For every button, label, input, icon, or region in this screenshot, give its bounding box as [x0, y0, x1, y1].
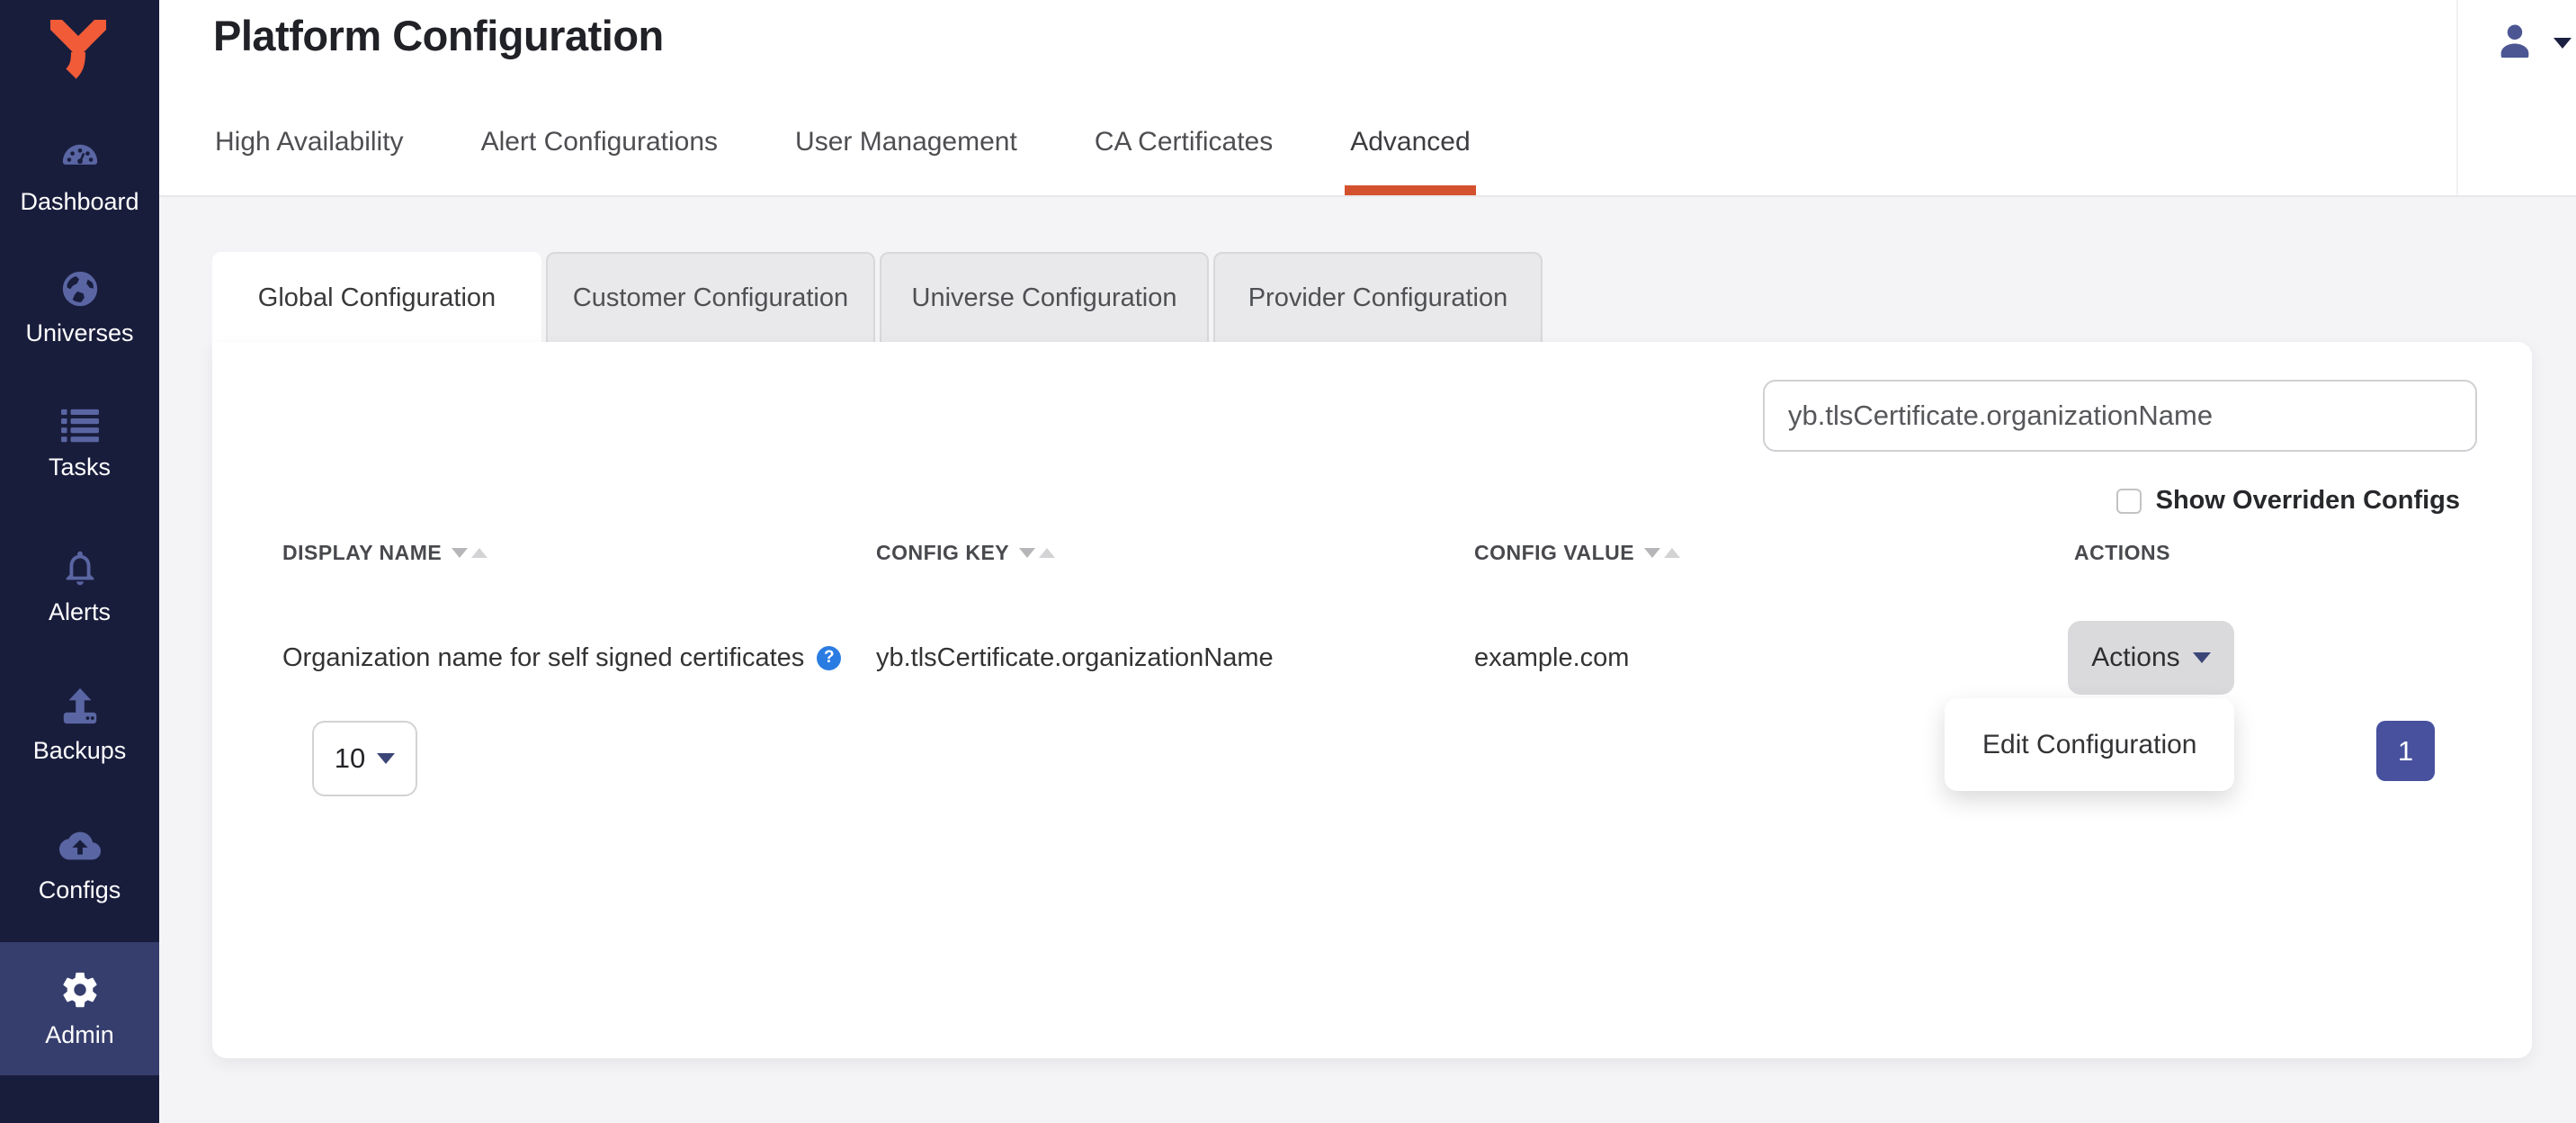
page-size-selector[interactable]: 10: [312, 721, 417, 796]
tab-high-availability[interactable]: High Availability: [215, 127, 404, 195]
show-overridden-row: Show Overriden Configs: [2116, 486, 2460, 516]
chevron-down-icon: [377, 753, 395, 764]
chevron-down-icon: [2554, 38, 2572, 49]
tab-user-management[interactable]: User Management: [795, 127, 1017, 195]
sidebar-item-label: Configs: [39, 876, 121, 904]
task-list-icon: [59, 408, 101, 444]
show-overridden-label: Show Overriden Configs: [2156, 486, 2460, 516]
sidebar-item-backups[interactable]: Backups: [0, 686, 159, 765]
actions-button[interactable]: Actions: [2068, 621, 2234, 695]
header-tabs: High Availability Alert Configurations U…: [215, 127, 1471, 195]
tab-ca-certificates[interactable]: CA Certificates: [1095, 127, 1273, 195]
tab-alert-configurations[interactable]: Alert Configurations: [481, 127, 718, 195]
page-title: Platform Configuration: [213, 11, 664, 60]
config-card: Show Overriden Configs DISPLAY NAME CONF…: [212, 342, 2532, 1058]
sidebar: Dashboard Universes Tasks: [0, 0, 159, 1123]
table-row-config-key: yb.tlsCertificate.organizationName: [876, 621, 1274, 695]
tab-customer-configuration[interactable]: Customer Configuration: [546, 252, 875, 342]
sidebar-item-label: Dashboard: [20, 188, 139, 216]
sort-icon: [1019, 548, 1055, 558]
sidebar-item-label: Backups: [33, 737, 127, 765]
column-header-config-key[interactable]: CONFIG KEY: [876, 541, 1055, 565]
chevron-down-icon: [2193, 652, 2211, 663]
sort-icon: [452, 548, 487, 558]
sort-icon: [1644, 548, 1680, 558]
search-input[interactable]: [1763, 380, 2477, 452]
column-header-display-name[interactable]: DISPLAY NAME: [282, 541, 487, 565]
column-header-actions: ACTIONS: [2074, 541, 2170, 565]
tab-global-configuration[interactable]: Global Configuration: [212, 252, 541, 342]
cloud-upload-icon: [59, 825, 101, 867]
sidebar-item-label: Alerts: [49, 598, 111, 626]
header-divider: [2456, 0, 2458, 195]
gauge-icon: [59, 137, 101, 178]
user-menu[interactable]: [2494, 20, 2572, 66]
globe-icon: [59, 268, 101, 310]
table-row-display-name: Organization name for self signed certif…: [282, 621, 841, 695]
tab-advanced[interactable]: Advanced: [1350, 127, 1470, 195]
page-header: Platform Configuration High Availability…: [159, 0, 2576, 197]
sidebar-item-label: Tasks: [49, 454, 111, 481]
sidebar-item-universes[interactable]: Universes: [0, 268, 159, 347]
gear-icon: [59, 969, 101, 1011]
actions-dropdown-menu: Edit Configuration: [1945, 698, 2234, 791]
help-icon[interactable]: ?: [817, 646, 841, 670]
tab-universe-configuration[interactable]: Universe Configuration: [880, 252, 1209, 342]
sidebar-item-configs[interactable]: Configs: [0, 825, 159, 904]
bell-icon: [59, 547, 101, 588]
sidebar-item-dashboard[interactable]: Dashboard: [0, 137, 159, 216]
config-tabs: Global Configuration Customer Configurat…: [212, 252, 1543, 342]
pagination-page-1-button[interactable]: 1: [2376, 721, 2435, 781]
backup-upload-icon: [59, 686, 101, 727]
yugabyte-logo-icon[interactable]: [50, 20, 106, 84]
tab-provider-configuration[interactable]: Provider Configuration: [1213, 252, 1543, 342]
sidebar-item-alerts[interactable]: Alerts: [0, 547, 159, 626]
sidebar-item-label: Universes: [25, 319, 133, 347]
table-row-config-value: example.com: [1474, 621, 1629, 695]
user-icon: [2494, 20, 2536, 66]
sidebar-item-label: Admin: [45, 1021, 114, 1049]
show-overridden-checkbox[interactable]: [2116, 489, 2142, 514]
menu-item-edit-configuration[interactable]: Edit Configuration: [1945, 698, 2234, 791]
column-header-config-value[interactable]: CONFIG VALUE: [1474, 541, 1680, 565]
sidebar-item-tasks[interactable]: Tasks: [0, 408, 159, 481]
sidebar-item-admin[interactable]: Admin: [0, 942, 159, 1075]
